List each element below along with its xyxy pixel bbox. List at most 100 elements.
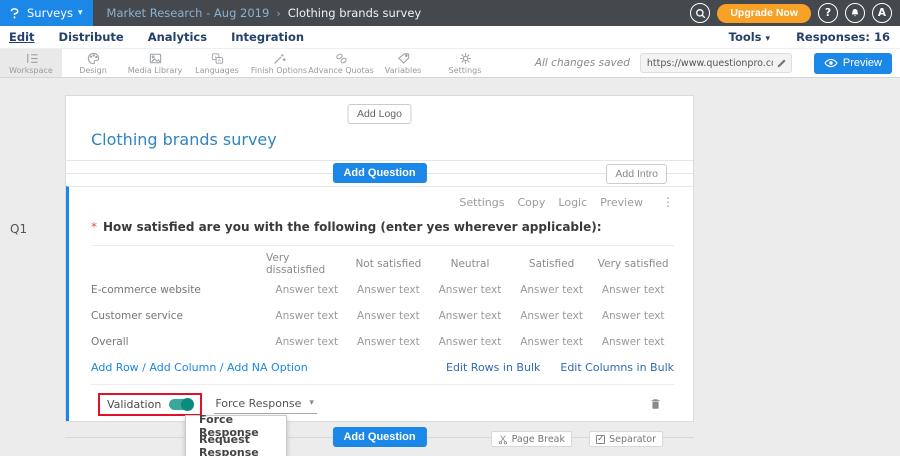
link-add-na-option[interactable]: Add NA Option xyxy=(227,361,308,374)
question-action-settings[interactable]: Settings xyxy=(459,196,504,209)
toolbar-item-label: Languages xyxy=(195,66,239,75)
dropdown-option-request-response[interactable]: Request Response xyxy=(186,436,286,456)
question-action-preview[interactable]: Preview xyxy=(600,196,643,209)
add-logo-button[interactable]: Add Logo xyxy=(347,104,412,124)
matrix-answer-cell[interactable]: Answer text xyxy=(266,303,348,329)
add-question-button-bottom[interactable]: Add Question xyxy=(332,427,426,447)
matrix-answer-cell[interactable]: Answer text xyxy=(429,277,511,303)
toolbar-item-media-library[interactable]: Media Library xyxy=(124,49,186,77)
toolbar-item-workspace[interactable]: Workspace xyxy=(0,49,62,77)
matrix-column-header: Very satisfied xyxy=(592,251,674,277)
link-separator: / xyxy=(139,361,150,374)
toolbar-item-variables[interactable]: Variables xyxy=(372,49,434,77)
matrix-answer-cell[interactable]: Answer text xyxy=(592,277,674,303)
toolbar-item-design[interactable]: Design xyxy=(62,49,124,77)
toolbar-item-finish-options[interactable]: Finish Options xyxy=(248,49,310,77)
link-separator: / xyxy=(216,361,227,374)
toolbar-item-label: Media Library xyxy=(128,66,183,75)
tools-menu[interactable]: Tools ▾ xyxy=(729,30,770,44)
matrix-answer-cell[interactable]: Answer text xyxy=(348,329,430,355)
chevron-down-icon: ▾ xyxy=(78,8,83,18)
notifications-button[interactable] xyxy=(845,3,865,23)
matrix-column-header: Very dissatisfied xyxy=(266,251,348,277)
link-edit-columns-in-bulk[interactable]: Edit Columns in Bulk xyxy=(560,361,674,374)
nav-tab-integration[interactable]: Integration xyxy=(231,30,304,44)
matrix-column-header: Satisfied xyxy=(511,251,593,277)
validation-row: Validation Force Response ▾ xyxy=(91,384,674,423)
add-intro-button[interactable]: Add Intro xyxy=(606,164,667,184)
nav-tab-edit[interactable]: Edit xyxy=(9,30,35,44)
question-number: Q1 xyxy=(10,222,27,236)
upgrade-now-button[interactable]: Upgrade Now xyxy=(717,4,811,23)
toolbar-item-label: Variables xyxy=(385,66,422,75)
validation-label: Validation xyxy=(107,398,161,411)
avatar[interactable]: A xyxy=(872,3,892,23)
insert-question-row-bottom: Add Question Page Break ✓ Separator xyxy=(65,422,694,448)
nav-tab-distribute[interactable]: Distribute xyxy=(59,30,124,44)
topbar-actions: Upgrade Now ? A xyxy=(690,3,900,23)
surveys-menu[interactable]: Surveys ▾ xyxy=(0,0,93,26)
nav-tabs: Edit Distribute Analytics Integration xyxy=(9,30,304,44)
search-icon xyxy=(694,7,707,20)
breadcrumb-separator: › xyxy=(276,7,280,20)
link-edit-rows-in-bulk[interactable]: Edit Rows in Bulk xyxy=(446,361,540,374)
matrix-answer-cell[interactable]: Answer text xyxy=(348,303,430,329)
responses-count[interactable]: Responses: 16 xyxy=(796,30,890,44)
question-action-copy[interactable]: Copy xyxy=(518,196,546,209)
separator-button[interactable]: ✓ Separator xyxy=(589,431,663,447)
matrix-answer-cell[interactable]: Answer text xyxy=(429,303,511,329)
design-icon xyxy=(86,51,101,65)
validation-type-dropdown[interactable]: Force Response ▾ xyxy=(214,395,317,414)
more-options-icon[interactable]: ⋮ xyxy=(662,195,674,209)
matrix-answer-cell[interactable]: Answer text xyxy=(429,329,511,355)
top-bar: Surveys ▾ Market Research - Aug 2019 › C… xyxy=(0,0,900,26)
help-button[interactable]: ? xyxy=(818,3,838,23)
add-question-button-top[interactable]: Add Question xyxy=(332,163,426,183)
link-add-row[interactable]: Add Row xyxy=(91,361,139,374)
advance-quotas-icon xyxy=(334,51,349,65)
matrix-answer-cell[interactable]: Answer text xyxy=(511,329,593,355)
preview-button[interactable]: Preview xyxy=(814,53,892,74)
page-break-button[interactable]: Page Break xyxy=(491,431,572,447)
toolbar-item-label: Workspace xyxy=(9,66,53,75)
matrix-answer-cell[interactable]: Answer text xyxy=(266,277,348,303)
editor-toolbar: WorkspaceDesignMedia LibraryءALanguagesF… xyxy=(0,48,900,78)
trash-icon xyxy=(649,397,662,411)
validation-toggle[interactable] xyxy=(169,399,193,410)
question-actions: Settings Copy Logic Preview ⋮ xyxy=(91,195,674,209)
question-action-logic[interactable]: Logic xyxy=(558,196,587,209)
breadcrumb-current: Clothing brands survey xyxy=(288,6,422,20)
toolbar-right: All changes saved https://www.questionpr… xyxy=(535,49,900,77)
survey-url-field[interactable]: https://www.questionpro.com/t/APNrfZ xyxy=(640,53,792,73)
editor-canvas: Q1 Add Logo Clothing brands survey Add Q… xyxy=(0,78,900,456)
search-button[interactable] xyxy=(690,3,710,23)
matrix-answer-cell[interactable]: Answer text xyxy=(511,277,593,303)
matrix-answer-cell[interactable]: Answer text xyxy=(266,329,348,355)
svg-text:ء: ء xyxy=(214,54,216,59)
eye-icon xyxy=(824,58,838,68)
toolbar-item-settings[interactable]: Settings xyxy=(434,49,496,77)
finish-options-icon xyxy=(272,51,287,65)
matrix-answer-cell[interactable]: Answer text xyxy=(592,329,674,355)
toolbar-items: WorkspaceDesignMedia LibraryءALanguagesF… xyxy=(0,49,496,77)
toolbar-item-languages[interactable]: ءALanguages xyxy=(186,49,248,77)
languages-icon: ءA xyxy=(210,51,225,65)
link-add-column[interactable]: Add Column xyxy=(149,361,216,374)
question-text[interactable]: How satisfied are you with the following… xyxy=(103,220,602,234)
workspace-icon xyxy=(24,51,39,65)
matrix-row-label[interactable]: Customer service xyxy=(91,303,266,329)
delete-question-button[interactable] xyxy=(649,397,662,411)
breadcrumb-folder[interactable]: Market Research - Aug 2019 xyxy=(107,6,270,20)
matrix-row-label[interactable]: Overall xyxy=(91,329,266,355)
settings-icon xyxy=(458,51,473,65)
nav-tab-analytics[interactable]: Analytics xyxy=(148,30,207,44)
questionpro-logo-icon xyxy=(8,5,22,21)
toolbar-item-advance-quotas[interactable]: Advance Quotas xyxy=(310,49,372,77)
matrix-answer-cell[interactable]: Answer text xyxy=(511,303,593,329)
edit-url-icon[interactable] xyxy=(776,58,787,69)
matrix-row-label[interactable]: E-commerce website xyxy=(91,277,266,303)
matrix-column-header: Not satisfied xyxy=(348,251,430,277)
survey-title[interactable]: Clothing brands survey xyxy=(91,130,277,149)
matrix-answer-cell[interactable]: Answer text xyxy=(348,277,430,303)
matrix-answer-cell[interactable]: Answer text xyxy=(592,303,674,329)
